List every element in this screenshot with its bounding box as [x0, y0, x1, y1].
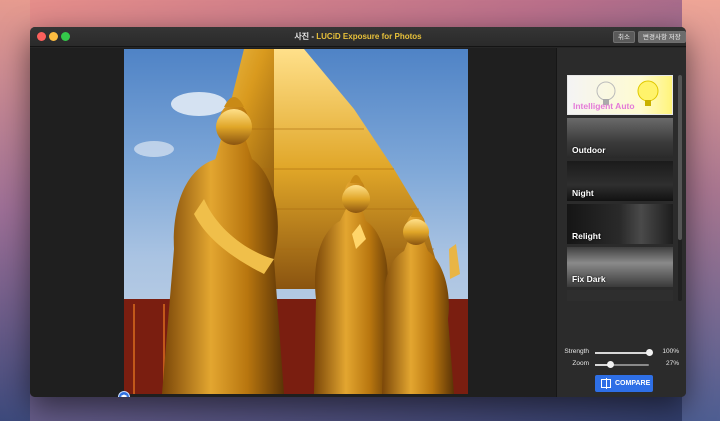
golden-buddha-photo — [124, 49, 468, 394]
strength-slider-row: Strength 100% — [557, 347, 686, 359]
zoom-slider-row: Zoom 27% — [557, 359, 686, 371]
preset-list[interactable]: Intelligent Auto Outdoor Night Relight F… — [567, 75, 673, 301]
preset-scrollbar-thumb[interactable] — [678, 75, 682, 240]
title-bar: 사진 - LUCiD Exposure for Photos 취소 변경사항 저… — [30, 27, 686, 47]
compare-icon — [601, 378, 611, 389]
zoom-value: 27% — [665, 360, 679, 367]
zoom-slider[interactable] — [595, 361, 649, 368]
image-canvas: ◂▸ — [30, 48, 556, 397]
preset-label: Intelligent Auto — [573, 101, 635, 111]
preset-scrollbar[interactable] — [678, 75, 682, 301]
strength-value: 100% — [662, 348, 679, 355]
zoom-label: Zoom — [572, 360, 589, 367]
desktop-background-left — [0, 0, 30, 421]
desktop-background-right — [682, 0, 720, 421]
window-title-prefix: 사진 - — [294, 32, 317, 41]
help-button[interactable]: ? — [635, 396, 645, 397]
preset-fix-dark[interactable]: Fix Dark — [567, 247, 673, 287]
strength-slider[interactable] — [595, 349, 653, 356]
preset-label: Fix Dark — [572, 274, 606, 284]
preset-outdoor[interactable]: Outdoor — [567, 118, 673, 158]
preset-night[interactable]: Night — [567, 161, 673, 201]
preset-label: Night — [572, 188, 594, 198]
preset-intelligent-auto[interactable]: Intelligent Auto — [567, 75, 673, 115]
save-changes-button[interactable]: 변경사항 저장 — [638, 31, 686, 43]
cancel-button[interactable]: 취소 — [613, 31, 635, 43]
window-title: 사진 - LUCiD Exposure for Photos — [30, 31, 686, 42]
right-panel: Intelligent Auto Outdoor Night Relight F… — [556, 48, 686, 397]
strength-slider-knob[interactable] — [646, 349, 653, 356]
window-title-app: LUCiD Exposure for Photos — [316, 32, 422, 41]
preset-relight[interactable]: Relight — [567, 204, 673, 244]
photo-preview[interactable] — [124, 49, 468, 394]
preset-label: Outdoor — [572, 145, 606, 155]
app-window: 사진 - LUCiD Exposure for Photos 취소 변경사항 저… — [30, 27, 686, 397]
zoom-slider-knob[interactable] — [606, 361, 614, 368]
preset-label: Relight — [572, 231, 601, 241]
strength-slider-fill — [595, 352, 649, 354]
compare-split-handle[interactable]: ◂▸ — [118, 391, 130, 397]
preset-more[interactable] — [567, 290, 673, 301]
strength-label: Strength — [564, 348, 589, 355]
compare-button[interactable]: COMPARE — [595, 375, 653, 392]
compare-label: COMPARE — [615, 380, 651, 387]
